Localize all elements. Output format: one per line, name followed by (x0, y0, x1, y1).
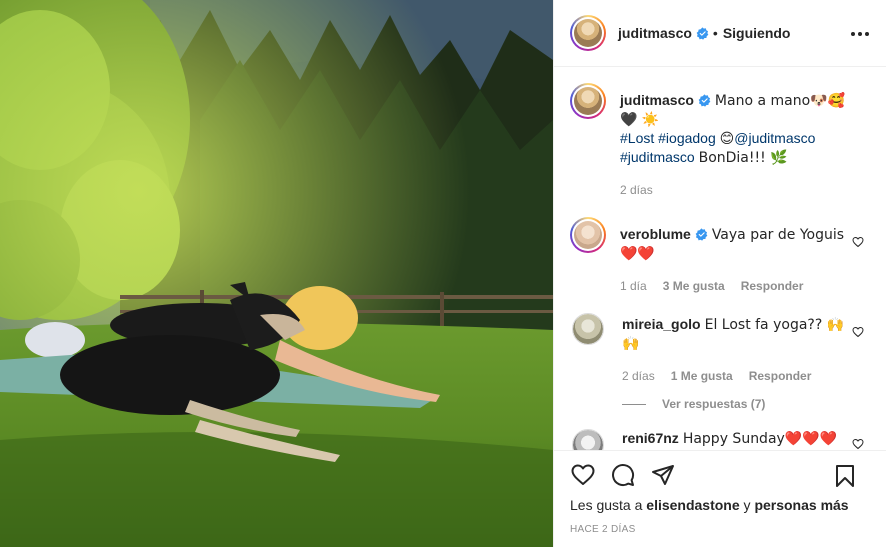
hashtag-lost[interactable]: #Lost (620, 130, 654, 146)
mention-juditmasco[interactable]: @juditmasco (734, 130, 815, 146)
view-replies-label: Ver respuestas (7) (662, 397, 766, 411)
commenter-avatar[interactable] (572, 313, 604, 345)
caption-body: juditmasco Mano a mano🐶🥰🖤 ☀️ #Lost #ioga… (620, 83, 870, 199)
comments-section: juditmasco Mano a mano🐶🥰🖤 ☀️ #Lost #ioga… (554, 67, 886, 450)
likes-user-link[interactable]: elisendastone (646, 497, 739, 513)
save-bookmark-icon[interactable] (832, 463, 858, 489)
comment-username[interactable]: reni67nz (622, 430, 679, 446)
like-comment-icon[interactable] (852, 326, 864, 338)
likes-and: y (743, 497, 751, 513)
comment-bubble-icon[interactable] (610, 462, 636, 488)
comment-username[interactable]: mireia_golo (622, 316, 701, 332)
like-heart-icon[interactable] (570, 462, 596, 488)
caption-text-3: BonDia!!! 🌿 (698, 150, 788, 166)
more-options-icon[interactable] (848, 24, 872, 44)
verified-badge-icon (696, 26, 709, 40)
author-avatar[interactable] (570, 15, 606, 51)
comment-body: veroblume Vaya par de Yoguis ❤️❤️ 1 día … (620, 217, 870, 295)
comment-item: reni67nzHappy Sunday❤️❤️❤️❤️ ❤️❤️❤️❤️❤️❤… (570, 429, 870, 450)
comment-item: mireia_golo El Lost fa yoga?? 🙌 🙌 2 días … (570, 311, 870, 385)
comment-body: reni67nzHappy Sunday❤️❤️❤️❤️ ❤️❤️❤️❤️❤️❤… (622, 429, 870, 450)
post-time-ago[interactable]: HACE 2 DÍAS (570, 524, 870, 535)
post-actions: Les gusta a elisendastone y personas más… (554, 450, 886, 547)
caption: juditmasco Mano a mano🐶🥰🖤 ☀️ #Lost #ioga… (570, 83, 870, 199)
comment-time[interactable]: 1 día (620, 277, 647, 295)
caption-time[interactable]: 2 días (620, 181, 653, 199)
reply-button[interactable]: Responder (741, 277, 804, 295)
author-username[interactable]: juditmasco (618, 25, 692, 41)
likes-others-link[interactable]: personas más (754, 497, 848, 513)
view-replies-button[interactable]: Ver respuestas (7) (622, 397, 870, 411)
reply-button[interactable]: Responder (749, 367, 812, 385)
verified-badge-icon (698, 94, 711, 107)
commenter-avatar[interactable] (572, 429, 604, 450)
comment-likes[interactable]: 1 Me gusta (671, 367, 733, 385)
caption-author-avatar[interactable] (570, 83, 606, 119)
view-replies-line (622, 403, 646, 405)
post-header: juditmasco • Siguiendo (554, 0, 886, 67)
share-paper-plane-icon[interactable] (650, 462, 676, 488)
action-icons (570, 451, 870, 499)
post-photo[interactable] (0, 0, 553, 547)
hashtag-iogadog[interactable]: #iogadog (658, 130, 716, 146)
following-button[interactable]: Siguiendo (723, 25, 791, 41)
commenter-avatar[interactable] (570, 217, 606, 253)
like-comment-icon[interactable] (852, 438, 864, 450)
comment-body: mireia_golo El Lost fa yoga?? 🙌 🙌 2 días … (622, 311, 870, 385)
likes-prefix: Les gusta a (570, 497, 643, 513)
post-side-panel: juditmasco • Siguiendo juditmasco Mano a… (553, 0, 886, 547)
comment-likes[interactable]: 3 Me gusta (663, 277, 725, 295)
post-photo-image (0, 0, 553, 547)
header-separator: • (712, 25, 718, 41)
comment-item: veroblume Vaya par de Yoguis ❤️❤️ 1 día … (570, 217, 870, 295)
comment-time[interactable]: 2 días (622, 367, 655, 385)
hashtag-juditmasco[interactable]: #juditmasco (620, 149, 695, 165)
caption-text-2: 😊 (719, 131, 735, 147)
verified-badge-icon (695, 228, 708, 241)
caption-username[interactable]: juditmasco (620, 92, 694, 108)
like-comment-icon[interactable] (852, 236, 864, 248)
comment-username[interactable]: veroblume (620, 226, 691, 242)
